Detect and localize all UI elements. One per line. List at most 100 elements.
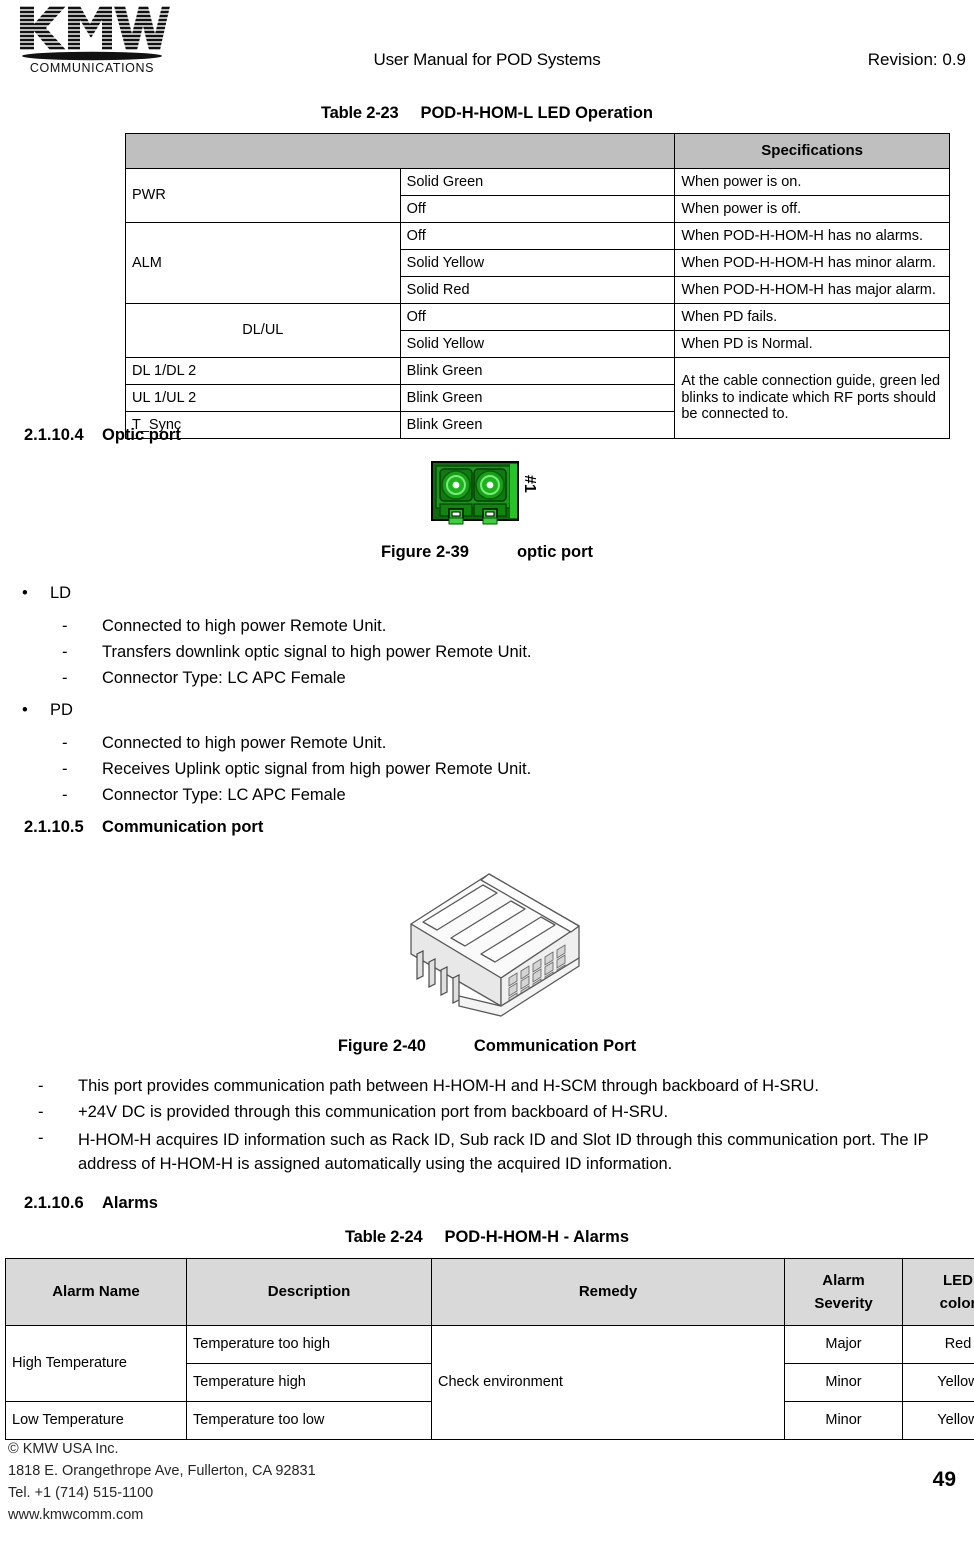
column-header-description: Description xyxy=(186,1258,432,1326)
alarm-led-color: Yellow xyxy=(902,1363,974,1402)
led-state: Solid Green xyxy=(399,168,676,196)
column-header-line-1: Alarm xyxy=(822,1271,865,1289)
table-2-23-header-blank xyxy=(124,133,676,169)
list-item-label: Transfers downlink optic signal to high … xyxy=(102,643,532,661)
table-2-24-caption-number: Table 2-24 xyxy=(344,1228,423,1246)
led-spec: When power is off. xyxy=(674,195,950,223)
column-header-line-2: color xyxy=(939,1295,974,1312)
led-name-pwr: PWR xyxy=(125,168,401,223)
dash-icon: - xyxy=(62,617,68,635)
table-row: PWR Solid Green When power is on. xyxy=(125,168,950,223)
table-2-23-caption-number: Table 2-23 xyxy=(320,104,399,122)
dash-icon: - xyxy=(62,760,68,778)
led-state: Solid Red xyxy=(399,276,676,304)
list-item-label: PD xyxy=(50,701,73,719)
alarm-description: Temperature too high xyxy=(186,1325,432,1364)
dash-icon: - xyxy=(38,1103,44,1121)
table-led-operation: Specifications PWR Solid Green When powe… xyxy=(124,133,950,439)
footer-copyright: © KMW USA Inc. xyxy=(8,1441,119,1457)
list-item-label: This port provides communication path be… xyxy=(78,1077,819,1095)
figure-number: Figure 2-40 xyxy=(337,1037,426,1055)
bullet-icon: • xyxy=(22,584,28,602)
led-spec-merged: At the cable connection guide, green led… xyxy=(674,357,950,439)
footer-telephone: Tel. +1 (714) 515-1100 xyxy=(8,1485,154,1502)
column-header-alarm-name: Alarm Name xyxy=(5,1258,187,1326)
figure-title: Communication Port xyxy=(473,1037,637,1055)
led-name-alm: ALM xyxy=(125,222,401,304)
led-spec: When POD-H-HOM-H has major alarm. xyxy=(674,276,950,304)
dash-icon: - xyxy=(62,734,68,752)
led-state: Off xyxy=(399,303,676,331)
alarm-severity: Minor xyxy=(784,1401,903,1440)
optic-port-graphic xyxy=(431,461,519,525)
led-name-dlul: DL/UL xyxy=(125,303,401,358)
footer-address: 1818 E. Orangethrope Ave, Fullerton, CA … xyxy=(8,1463,316,1480)
list-item-label: Connected to high power Remote Unit. xyxy=(102,734,387,752)
footer-website[interactable]: www.kmwcomm.com xyxy=(8,1504,316,1526)
figure-number: Figure 2-39 xyxy=(380,543,469,561)
header-document-title: User Manual for POD Systems xyxy=(373,50,601,69)
dash-icon: - xyxy=(62,643,68,661)
table-2-24-caption-title: POD-H-HOM-H - Alarms xyxy=(444,1228,630,1246)
section-title: Communication port xyxy=(102,818,264,836)
led-spec: When PD is Normal. xyxy=(674,330,950,358)
alarm-name: Low Temperature xyxy=(5,1401,187,1440)
led-spec: When PD fails. xyxy=(674,303,950,331)
optic-port-number-label: #1 xyxy=(521,475,538,493)
column-header-led-color: LED color xyxy=(902,1258,974,1326)
table-alarms: Alarm Name Description Remedy Alarm Seve… xyxy=(5,1258,974,1440)
list-item-label: Connected to high power Remote Unit. xyxy=(102,617,387,635)
table-2-23-caption-title: POD-H-HOM-L LED Operation xyxy=(420,104,653,122)
section-heading-communication-port: 2.1.10.5 Communication port xyxy=(24,818,263,837)
list-item-label: Receives Uplink optic signal from high p… xyxy=(102,760,532,778)
column-header-line-1: LED xyxy=(943,1271,973,1289)
table-row: DL 1/DL 2 Blink Green At the cable conne… xyxy=(125,357,950,439)
table-2-23-caption: Table 2-23 POD-H-HOM-L LED Operation xyxy=(0,104,974,123)
page-header: COMMUNICATIONS User Manual for POD Syste… xyxy=(0,0,974,92)
communication-port-graphic xyxy=(410,873,580,1017)
section-heading-optic-port: 2.1.10.4 Optic port xyxy=(24,426,181,445)
alarm-led-color: Yellow xyxy=(902,1401,974,1440)
led-state: Blink Green xyxy=(399,411,676,439)
figure-2-39-caption: Figure 2-39 optic port xyxy=(0,543,974,562)
figure-optic-port xyxy=(430,460,525,535)
section-title: Optic port xyxy=(102,426,181,444)
led-state: Solid Yellow xyxy=(399,249,676,277)
dash-icon: - xyxy=(62,669,68,687)
figure-title: optic port xyxy=(516,543,594,561)
header-revision: Revision: 0.9 xyxy=(867,50,966,69)
page-footer: © KMW USA Inc. 1818 E. Orangethrope Ave,… xyxy=(8,1438,316,1526)
table-row: High Temperature Temperature too high Ch… xyxy=(5,1325,974,1440)
led-spec: When POD-H-HOM-H has minor alarm. xyxy=(674,249,950,277)
alarm-severity: Major xyxy=(784,1325,903,1364)
alarm-remedy: Check environment xyxy=(431,1325,785,1440)
page-number: 49 xyxy=(932,1468,956,1491)
list-item-label: +24V DC is provided through this communi… xyxy=(78,1103,669,1121)
led-spec: When POD-H-HOM-H has no alarms. xyxy=(674,222,950,250)
table-row: ALM Off When POD-H-HOM-H has no alarms. xyxy=(125,222,950,304)
dash-icon: - xyxy=(38,1129,44,1147)
led-state: Blink Green xyxy=(399,357,676,385)
column-header-line-2: Severity xyxy=(814,1295,873,1312)
led-name-ul1ul2: UL 1/UL 2 xyxy=(125,384,401,412)
led-state: Blink Green xyxy=(399,384,676,412)
section-title: Alarms xyxy=(102,1194,158,1212)
list-item-label: LD xyxy=(50,584,72,602)
led-state: Off xyxy=(399,195,676,223)
column-header-alarm-severity: Alarm Severity xyxy=(784,1258,903,1326)
led-name-dl1dl2: DL 1/DL 2 xyxy=(125,357,401,385)
figure-communication-port xyxy=(393,866,588,1026)
dash-icon: - xyxy=(38,1077,44,1095)
alarm-description: Temperature high xyxy=(186,1363,432,1402)
section-number: 2.1.10.4 xyxy=(24,426,84,444)
alarm-description: Temperature too low xyxy=(186,1401,432,1440)
table-row: DL/UL Off When PD fails. xyxy=(125,303,950,358)
table-2-23-header-specifications: Specifications xyxy=(674,133,950,169)
alarm-severity: Minor xyxy=(784,1363,903,1402)
section-number: 2.1.10.6 xyxy=(24,1194,84,1212)
section-heading-alarms: 2.1.10.6 Alarms xyxy=(24,1194,158,1213)
bullet-icon: • xyxy=(22,701,28,719)
list-item-label: H-HOM-H acquires ID information such as … xyxy=(78,1131,929,1173)
led-state: Off xyxy=(399,222,676,250)
list-item-label: Connector Type: LC APC Female xyxy=(102,786,346,804)
